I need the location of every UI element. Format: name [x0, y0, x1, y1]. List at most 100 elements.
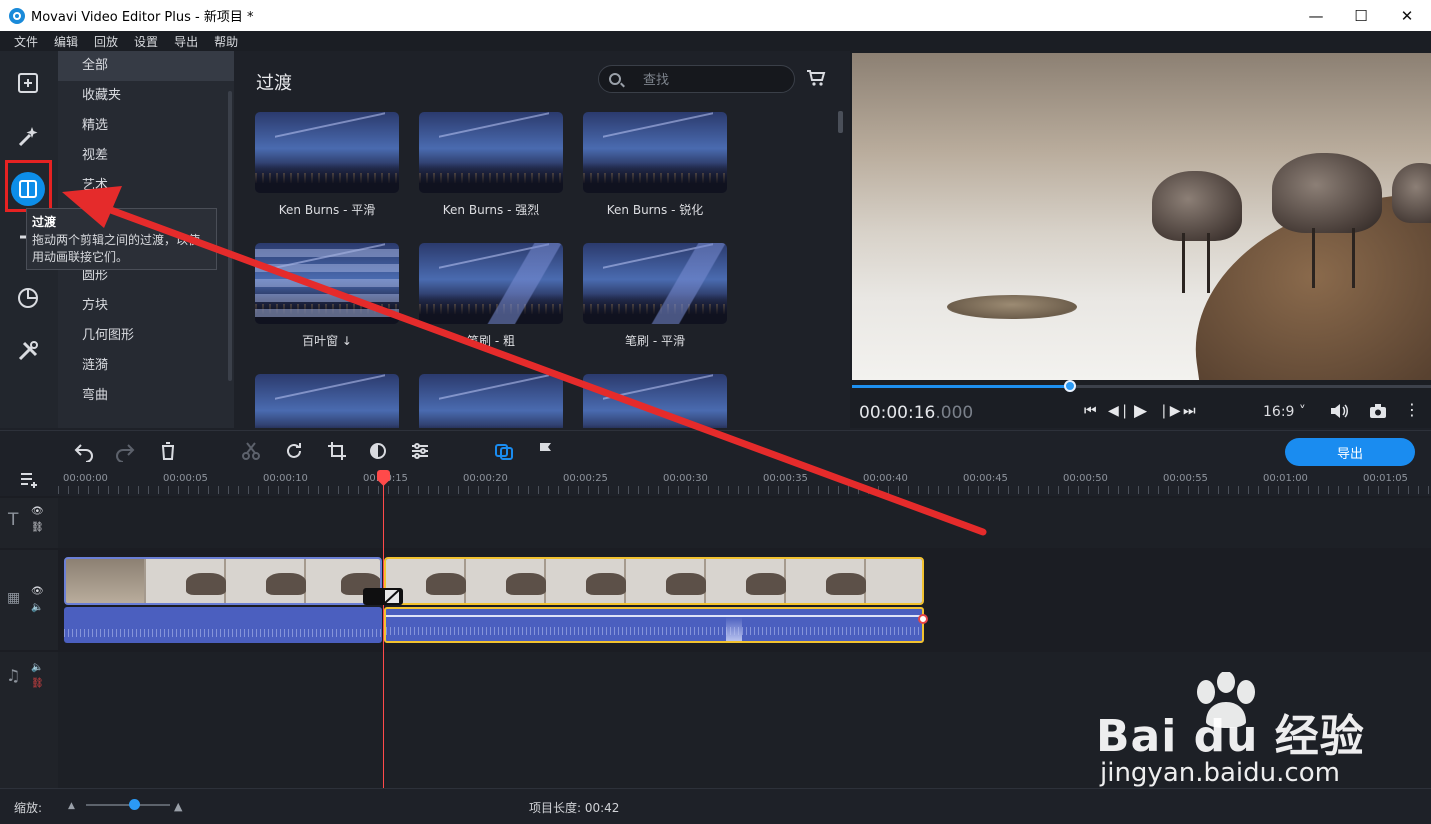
skip-start-icon[interactable]: ⏮	[1084, 403, 1097, 419]
transition-tile[interactable]: Ken Burns - 强烈	[419, 112, 563, 218]
rotate-icon[interactable]	[283, 440, 305, 462]
thumb-city	[419, 425, 563, 428]
link-icon[interactable]: ⛓	[31, 522, 44, 533]
scissors-icon[interactable]	[240, 440, 262, 462]
transition-tile[interactable]: 笔刷 - 粗	[419, 243, 563, 349]
visibility-eye-icon[interactable]: 👁	[31, 506, 44, 517]
aspect-ratio-select[interactable]: 16:9 ˅	[1263, 404, 1306, 420]
zoom-slider[interactable]	[86, 804, 170, 806]
visibility-eye-icon[interactable]: 👁	[31, 586, 44, 597]
menu-file[interactable]: 文件	[14, 33, 38, 50]
minimize-button[interactable]: —	[1293, 0, 1339, 31]
prev-frame-icon[interactable]: ◀❘	[1108, 403, 1131, 419]
timeline-ruler[interactable]: 00:00:0000:00:0500:00:1000:00:1500:00:20…	[58, 470, 1431, 496]
watermark-url: jingyan.baidu.com	[1100, 758, 1340, 788]
tooltip-text: 拖动两个剪辑之间的过渡，以使用动画联接它们。	[32, 233, 201, 264]
transition-tile[interactable]	[255, 374, 399, 428]
mute-speaker-icon[interactable]: 🔈	[31, 602, 43, 613]
transition-tile-label: Ken Burns - 强烈	[442, 203, 540, 217]
menu-settings[interactable]: 设置	[134, 33, 158, 50]
menu-export[interactable]: 导出	[174, 33, 198, 50]
import-tool-button[interactable]	[10, 65, 46, 101]
play-icon[interactable]: ▶	[1134, 401, 1147, 421]
color-adjust-icon[interactable]	[367, 440, 389, 462]
wildebeest-leg	[1312, 228, 1315, 288]
progress-knob[interactable]	[1064, 380, 1076, 392]
transition-marker[interactable]	[363, 588, 403, 605]
stickers-tool-button[interactable]	[10, 280, 46, 316]
category-item-warp[interactable]: 弯曲	[58, 381, 234, 411]
category-item-blocks[interactable]: 方块	[58, 291, 234, 321]
undo-icon[interactable]	[73, 440, 95, 462]
thumb-city	[255, 425, 399, 428]
clip-properties-icon[interactable]	[409, 440, 431, 462]
transitions-tooltip: 过渡 拖动两个剪辑之间的过渡，以使用动画联接它们。	[26, 208, 217, 270]
zoom-in-icon[interactable]: ▲	[174, 800, 182, 813]
menu-help[interactable]: 帮助	[214, 33, 238, 50]
transition-tile-label: 百叶窗 ↓	[302, 334, 352, 348]
next-frame-icon[interactable]: ❘▶	[1158, 403, 1181, 419]
speaker-icon[interactable]: 🔈	[31, 662, 43, 673]
video-clip-1[interactable]	[64, 557, 382, 605]
maximize-button[interactable]: ☐	[1338, 0, 1384, 31]
redo-icon[interactable]	[114, 440, 136, 462]
import-icon	[18, 73, 38, 93]
title-track-header: T 👁 ⛓	[0, 498, 58, 548]
menu-playback[interactable]: 回放	[94, 33, 118, 50]
zoom-slider-handle[interactable]	[129, 799, 140, 810]
transition-tile[interactable]: 笔刷 - 平滑	[583, 243, 727, 349]
ruler-tick-label: 00:00:35	[763, 473, 808, 484]
zoom-out-icon[interactable]: ▲	[68, 801, 75, 811]
volume-icon[interactable]	[1330, 403, 1350, 419]
audio-clip-1[interactable]	[64, 607, 382, 643]
add-track-icon[interactable]	[20, 472, 40, 488]
transition-tile[interactable]	[583, 374, 727, 428]
video-preview[interactable]	[852, 53, 1431, 380]
snapshot-icon[interactable]	[1369, 403, 1387, 419]
playback-progress-bar[interactable]	[852, 380, 1431, 392]
category-item-ripple[interactable]: 涟漪	[58, 351, 234, 381]
video-clip-2-selected[interactable]	[384, 557, 924, 605]
transition-tile[interactable]	[419, 374, 563, 428]
category-item-all[interactable]: 全部	[58, 51, 234, 81]
search-box[interactable]	[598, 65, 795, 93]
shopping-cart-icon[interactable]	[806, 68, 826, 88]
transition-tile-label: 笔刷 - 粗	[467, 334, 515, 348]
title-track[interactable]	[58, 498, 1431, 548]
transition-tile[interactable]: Ken Burns - 锐化	[583, 112, 727, 218]
skip-end-icon[interactable]: ⏭	[1183, 403, 1196, 419]
category-item-art[interactable]: 艺术	[58, 171, 234, 201]
more-options-icon[interactable]: ⋮	[1404, 400, 1420, 419]
menu-edit[interactable]: 编辑	[54, 33, 78, 50]
effects-scrollbar[interactable]	[838, 111, 843, 133]
transition-wizard-icon[interactable]	[493, 440, 515, 462]
search-input[interactable]	[643, 70, 783, 90]
transition-tile[interactable]: 百叶窗 ↓	[255, 243, 399, 349]
unlinked-icon[interactable]: ⛓	[31, 678, 44, 689]
audio-waveform	[64, 629, 382, 637]
export-button[interactable]: 导出	[1285, 438, 1415, 466]
category-item-favorites[interactable]: 收藏夹	[58, 81, 234, 111]
delete-icon[interactable]	[157, 440, 179, 462]
filters-tool-button[interactable]	[10, 119, 46, 155]
audio-clip-2-selected[interactable]	[384, 607, 924, 643]
marker-flag-icon[interactable]	[535, 440, 557, 462]
wildebeest	[1272, 153, 1382, 233]
movavi-logo-icon	[9, 7, 25, 24]
crop-icon[interactable]	[326, 440, 348, 462]
preview-panel: 00:00:16.000 ⏮ ◀❘ ▶ ❘▶ ⏭ 16:9 ˅ ⋮	[850, 51, 1431, 428]
transition-thumbnail	[255, 243, 399, 324]
close-button[interactable]: ✕	[1384, 0, 1430, 31]
category-scrollbar[interactable]	[228, 91, 232, 381]
category-item-geometric[interactable]: 几何图形	[58, 321, 234, 351]
audio-waveform	[386, 627, 922, 635]
category-item-featured[interactable]: 精选	[58, 111, 234, 141]
transition-tile[interactable]: Ken Burns - 平滑	[255, 112, 399, 218]
volume-line[interactable]	[386, 615, 922, 617]
window-title: Movavi Video Editor Plus - 新项目 *	[31, 10, 254, 25]
ruler-tick-label: 00:01:05	[1363, 473, 1408, 484]
thumb-stripe	[255, 279, 399, 287]
more-tools-button[interactable]	[10, 333, 46, 369]
volume-keyframe-handle[interactable]	[918, 614, 928, 624]
category-item-parallax[interactable]: 视差	[58, 141, 234, 171]
